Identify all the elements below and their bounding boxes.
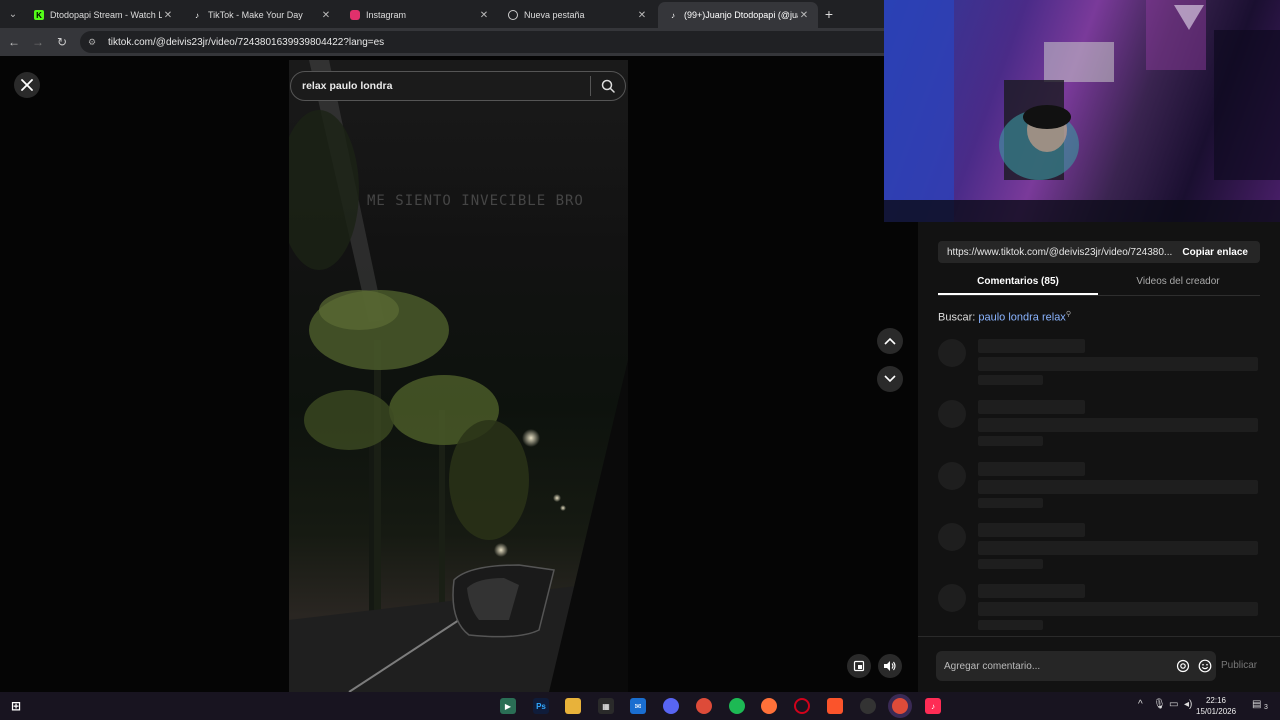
close-tab-icon[interactable]: ✕ [162, 10, 174, 21]
share-link-box: https://www.tiktok.com/@deivis23jr/video… [938, 241, 1260, 263]
browser-tab-new[interactable]: Nueva pestaña ✕ [498, 2, 656, 28]
volume-button[interactable] [878, 654, 902, 678]
search-button[interactable] [591, 72, 625, 100]
video-overlay-caption: ME SIENTO INVECIBLE BRO [367, 193, 584, 209]
comment-skeleton [938, 584, 1260, 640]
firefox-icon[interactable] [761, 698, 777, 714]
windows-start-icon[interactable]: ⊞ [8, 698, 24, 714]
microphone-icon[interactable]: 🎙 [1153, 699, 1166, 710]
browser-toolbar: ← → ↻ ⚙ tiktok.com/@deivis23jr/video/724… [0, 28, 884, 56]
browser-tab-tiktok[interactable]: ♪ TikTok - Make Your Day ✕ [182, 2, 340, 28]
new-tab-button[interactable]: + [820, 5, 838, 23]
comment-skeleton [938, 462, 1260, 518]
related-search: Buscar: paulo londra relax⚲ [938, 310, 1071, 324]
address-bar[interactable]: ⚙ tiktok.com/@deivis23jr/video/724380163… [80, 31, 884, 53]
comment-composer: Agregar comentario... Publicar [918, 636, 1280, 692]
tiktok-video-page: ME SIENTO INVECIBLE BRO relax paulo lond… [0, 56, 918, 692]
browser-tab-active[interactable]: ♪ (99+)Juanjo Dtodopapi (@juan ✕ [658, 2, 818, 28]
webcam-overlay [884, 0, 1280, 222]
tab-title: TikTok - Make Your Day [208, 10, 303, 20]
notification-count: 3 [1264, 704, 1268, 711]
tiktok-icon: ♪ [671, 10, 675, 20]
discord-icon[interactable] [663, 698, 679, 714]
miniplayer-button[interactable] [847, 654, 871, 678]
instagram-icon [350, 10, 360, 20]
video-player[interactable]: ME SIENTO INVECIBLE BRO [289, 60, 628, 692]
speaker-icon[interactable]: ◂) [1184, 699, 1192, 710]
close-tab-icon[interactable]: ✕ [320, 10, 332, 21]
volume-icon [884, 661, 896, 671]
emoji-icon[interactable] [1194, 655, 1216, 677]
browser-tab-instagram[interactable]: Instagram ✕ [340, 2, 498, 28]
forward-icon[interactable]: → [30, 34, 46, 50]
tab-creator-videos[interactable]: Videos del creador [1098, 270, 1258, 295]
close-tab-icon[interactable]: ✕ [798, 10, 810, 21]
mail-icon[interactable]: ✉ [630, 698, 646, 714]
tiktok-icon: ♪ [195, 10, 199, 20]
app-icon[interactable]: ▶ [500, 698, 516, 714]
search-icon [601, 79, 615, 93]
publish-button[interactable]: Publicar [1221, 660, 1257, 671]
video-frame [289, 60, 628, 692]
comment-skeleton [938, 523, 1260, 579]
kick-icon: K [34, 10, 44, 20]
search-input[interactable]: relax paulo londra [291, 80, 590, 92]
copy-link-button[interactable]: Copiar enlace [1182, 247, 1260, 258]
globe-icon [508, 10, 518, 20]
comment-input[interactable]: Agregar comentario... [936, 651, 1216, 681]
site-info-icon[interactable]: ⚙ [88, 37, 102, 48]
search-icon: ⚲ [1065, 311, 1071, 318]
share-link-url[interactable]: https://www.tiktok.com/@deivis23jr/video… [938, 247, 1182, 258]
network-icon[interactable]: ▭ [1169, 699, 1178, 710]
url-text: tiktok.com/@deivis23jr/video/72438016399… [108, 36, 385, 48]
related-search-link[interactable]: paulo londra relax [978, 312, 1065, 324]
webcam-feed [884, 0, 1280, 222]
video-search-bar[interactable]: relax paulo londra [290, 71, 626, 101]
panel-tabs: Comentarios (85) Videos del creador [938, 270, 1260, 296]
store-icon[interactable]: ▦ [598, 698, 614, 714]
notification-icon[interactable]: ▤ [1252, 699, 1261, 710]
back-icon[interactable]: ← [6, 34, 22, 50]
related-search-label: Buscar: [938, 311, 976, 324]
windows-taskbar: ⊞ ▶ Ps ▦ ✉ ♪ ^ 🎙 ▭ ◂) 22:16 15/01/2026 ▤… [0, 692, 1280, 720]
tab-title: Dtodopapi Stream - Watch Live [50, 10, 162, 20]
tab-title: Instagram [366, 10, 407, 20]
app-icon[interactable] [860, 698, 876, 714]
close-icon [21, 79, 33, 91]
mention-icon[interactable] [1172, 655, 1194, 677]
brave-icon[interactable] [827, 698, 843, 714]
chevron-down-icon [884, 375, 896, 383]
previous-video-button[interactable] [877, 328, 903, 354]
tab-comments[interactable]: Comentarios (85) [938, 270, 1098, 295]
reload-icon[interactable]: ↻ [54, 34, 70, 50]
browser-tab-kick[interactable]: K Dtodopapi Stream - Watch Live ✕ [24, 2, 182, 28]
close-video-button[interactable] [14, 72, 40, 98]
tab-title: (99+)Juanjo Dtodopapi (@juan [684, 10, 798, 20]
comment-skeleton [938, 400, 1260, 456]
photoshop-icon[interactable]: Ps [533, 698, 549, 714]
tray-chevron-icon[interactable]: ^ [1138, 699, 1143, 710]
close-tab-icon[interactable]: ✕ [478, 10, 490, 21]
clock-date: 15/01/2026 [1196, 707, 1237, 716]
system-clock[interactable]: 22:16 15/01/2026 [1196, 695, 1236, 717]
clock-time: 22:16 [1205, 696, 1227, 705]
next-video-button[interactable] [877, 366, 903, 392]
close-tab-icon[interactable]: ✕ [636, 10, 648, 21]
tab-search-dropdown[interactable]: ⌄ [2, 4, 24, 24]
spotify-icon[interactable] [729, 698, 745, 714]
tiktok-icon[interactable]: ♪ [925, 698, 941, 714]
chrome-active-icon[interactable] [892, 698, 908, 714]
miniplayer-icon [853, 660, 865, 672]
chrome-icon[interactable] [696, 698, 712, 714]
chevron-up-icon [884, 337, 896, 345]
comment-skeleton [938, 339, 1260, 395]
comment-placeholder: Agregar comentario... [944, 660, 1041, 672]
browser-tab-bar: ⌄ K Dtodopapi Stream - Watch Live ✕ ♪ Ti… [0, 0, 884, 28]
tab-title: Nueva pestaña [524, 10, 585, 20]
folder-icon[interactable] [565, 698, 581, 714]
opera-icon[interactable] [794, 698, 810, 714]
